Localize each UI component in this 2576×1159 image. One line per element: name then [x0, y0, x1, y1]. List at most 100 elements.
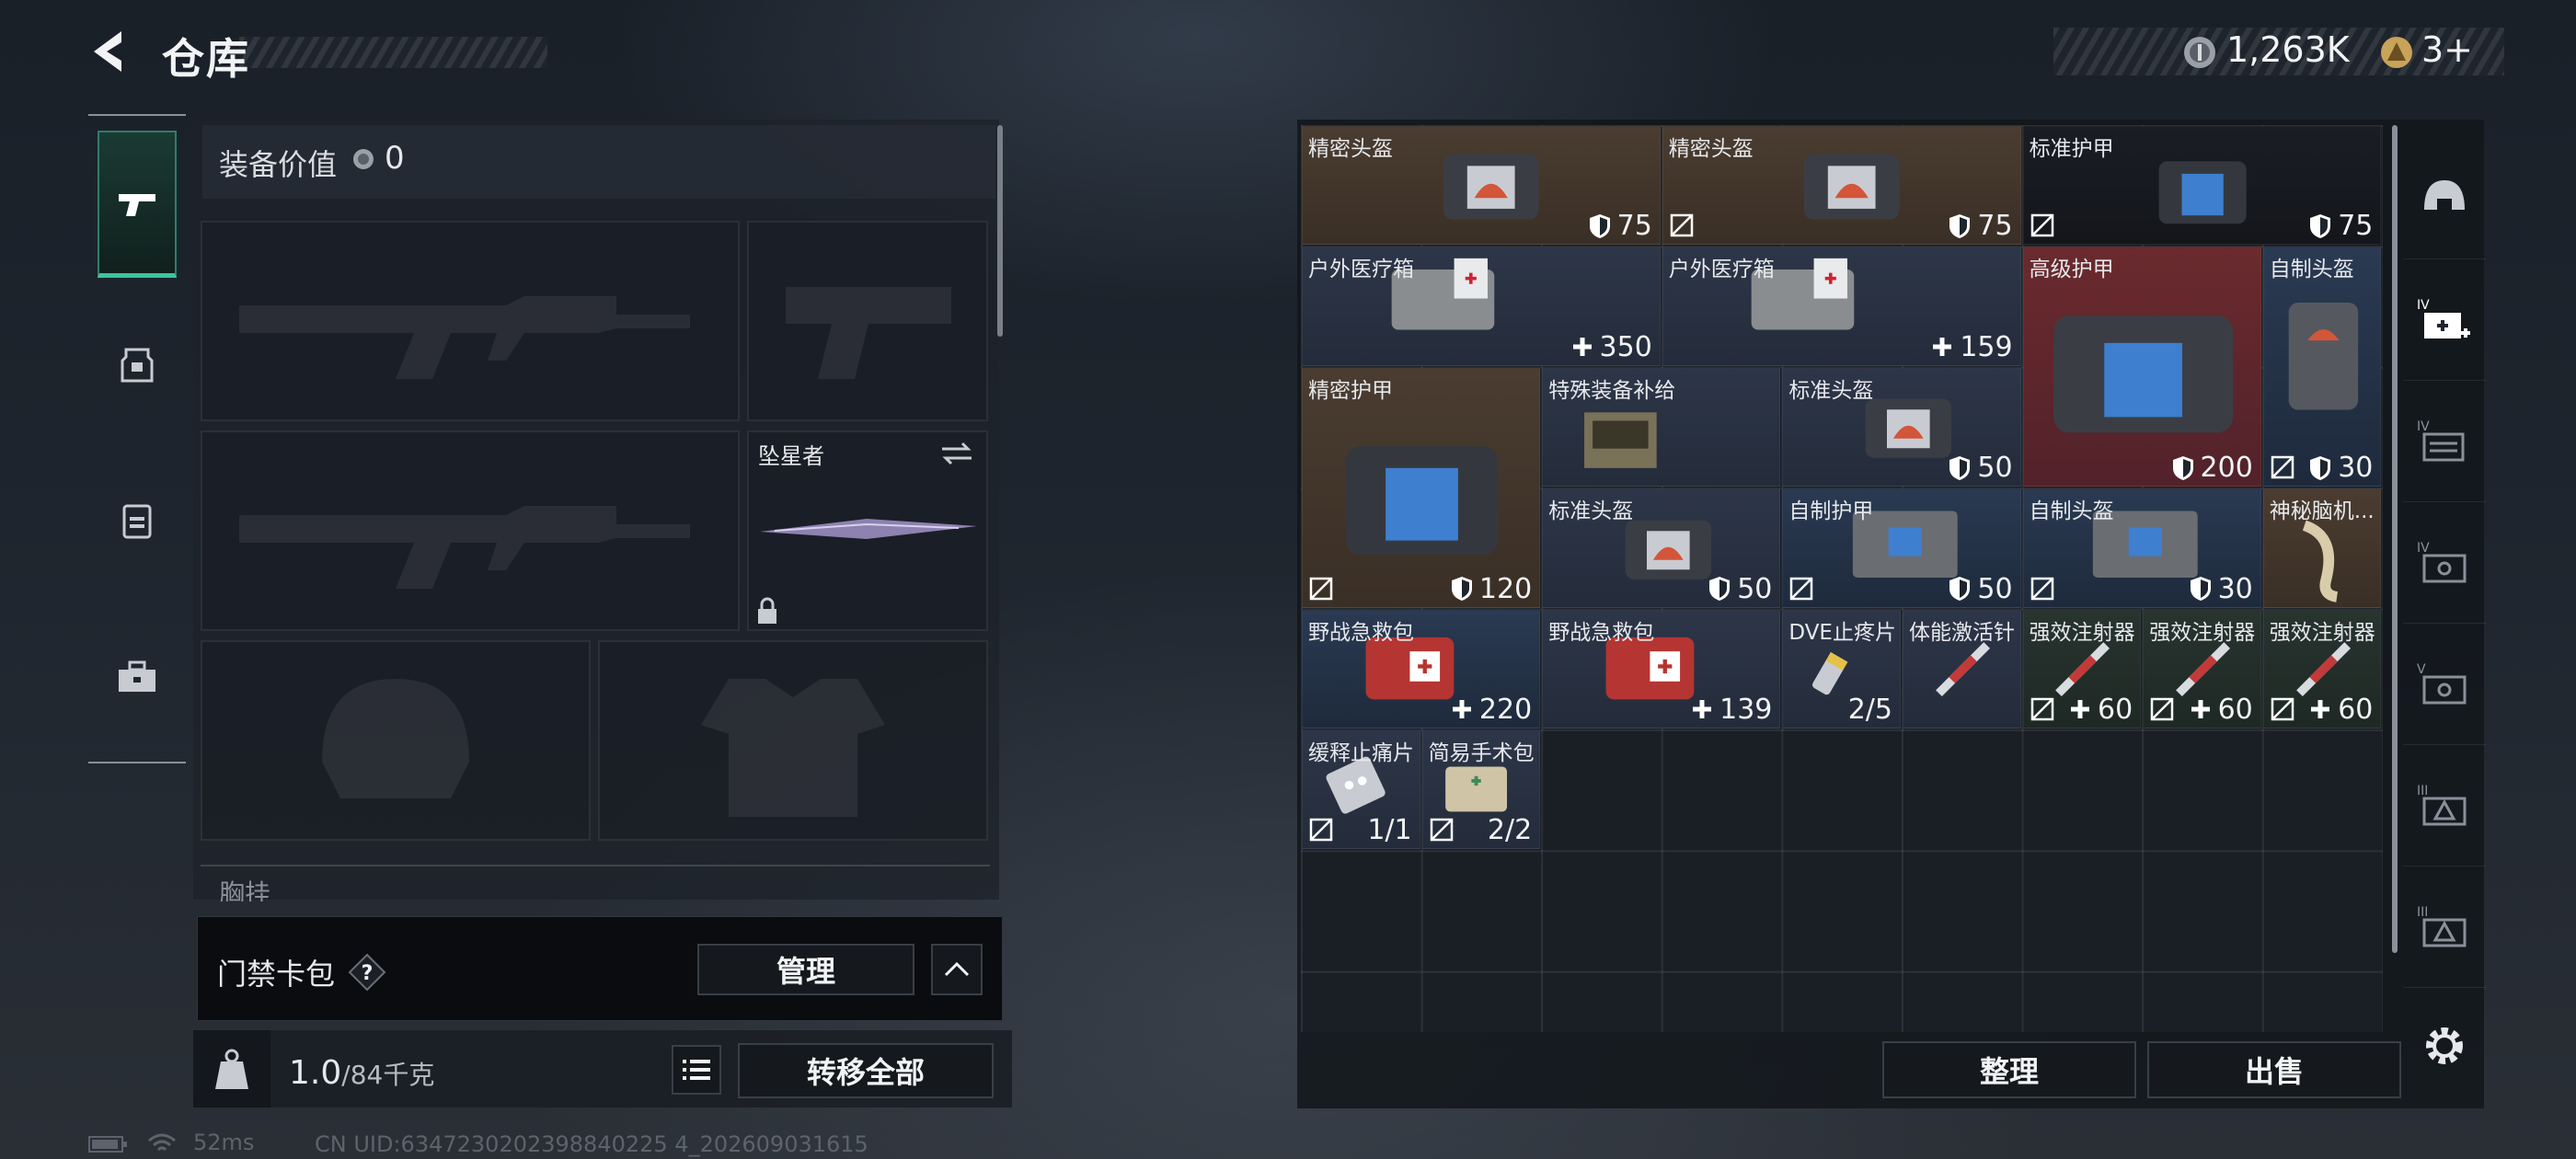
- helmet-icon: [2424, 179, 2465, 210]
- stash-item[interactable]: 精密护甲 120: [1302, 367, 1541, 608]
- battery-icon: [88, 1136, 127, 1153]
- chest-rig-section[interactable]: 胸挂: [201, 865, 990, 901]
- stash-item[interactable]: 神秘脑机...: [2262, 488, 2382, 608]
- stash-item[interactable]: 自制头盔 30: [2262, 247, 2382, 488]
- stash-item[interactable]: 户外医疗箱 350: [1302, 247, 1661, 366]
- stash-item[interactable]: 精密头盔 75: [1302, 126, 1661, 246]
- durability-icon: [1949, 455, 1971, 480]
- filter-helmet[interactable]: [2403, 138, 2486, 259]
- item-value: 159: [1930, 331, 2013, 363]
- list-icon: [683, 1060, 710, 1080]
- item-value-text: 220: [1478, 693, 1533, 726]
- chevron-up-icon: [944, 961, 970, 977]
- armor-bag-icon: [2053, 315, 2233, 432]
- tab-armor[interactable]: [98, 291, 177, 438]
- gear-icon[interactable]: [2421, 1023, 2467, 1069]
- stash-item[interactable]: 特殊装备补给: [1542, 367, 1781, 488]
- swap-icon[interactable]: [938, 440, 975, 467]
- no-link-icon: [2271, 455, 2294, 479]
- keycard-label: 门禁卡包: [217, 957, 336, 992]
- stash-item[interactable]: 简易手术包 2/2: [1421, 730, 1541, 850]
- stash-item[interactable]: 强效注射器 60: [2022, 609, 2142, 729]
- no-link-icon: [2030, 697, 2053, 721]
- stash-scrollbar[interactable]: [2392, 125, 2398, 953]
- stash-item[interactable]: 强效注射器 60: [2262, 609, 2382, 729]
- item-name: 强效注射器: [2269, 620, 2375, 645]
- durability-icon: [1709, 577, 1731, 602]
- stash-item[interactable]: 野战急救包 220: [1302, 609, 1541, 729]
- durability-icon: [2310, 213, 2331, 238]
- item-name: 户外医疗箱: [1668, 258, 1775, 282]
- stash-item[interactable]: 精密头盔 75: [1662, 126, 2021, 246]
- filter-medical-iv[interactable]: IV: [2403, 259, 2486, 381]
- item-value-text: 30: [2338, 452, 2374, 485]
- item-value-text: 50: [1977, 452, 2013, 485]
- stash-item[interactable]: 户外医疗箱 159: [1662, 247, 2021, 366]
- item-name: 高级护甲: [2029, 258, 2114, 282]
- ticket-icon: [2381, 37, 2412, 68]
- stash-item[interactable]: 标准护甲 75: [2022, 126, 2382, 246]
- item-value-text: 50: [1737, 572, 1773, 605]
- category-nav: [88, 114, 186, 763]
- transfer-all-button[interactable]: 转移全部: [738, 1043, 994, 1098]
- item-value-text: 75: [1616, 210, 1652, 243]
- sell-button[interactable]: 出售: [2147, 1041, 2401, 1098]
- equipment-scrollbar[interactable]: [997, 125, 1003, 337]
- stash-item[interactable]: 野战急救包 139: [1542, 609, 1781, 729]
- back-arrow-icon[interactable]: [85, 28, 132, 75]
- no-link-icon: [2030, 214, 2053, 237]
- tab-case[interactable]: [98, 603, 177, 751]
- item-value-text: 75: [2338, 210, 2374, 243]
- stash-item[interactable]: 强效注射器 60: [2143, 609, 2261, 729]
- manage-button[interactable]: 管理: [697, 944, 914, 995]
- filter-rail: IV IV IV V III III: [2403, 138, 2486, 1021]
- no-link-icon: [2150, 697, 2174, 721]
- stash-item[interactable]: 体能激活针: [1903, 609, 2021, 729]
- syringe-icon: [1935, 642, 1990, 697]
- knife-icon: [760, 519, 977, 539]
- item-name: 自制头盔: [2029, 499, 2114, 524]
- stash-item[interactable]: 标准头盔 50: [1782, 367, 2021, 488]
- safe-icon: V: [2417, 662, 2467, 704]
- item-value-text: 139: [1719, 693, 1773, 726]
- weight-value: 1.0/84千克: [289, 1054, 434, 1092]
- secondary-rifle-slot[interactable]: [201, 430, 740, 631]
- stash-item[interactable]: 自制头盔 30: [2022, 488, 2261, 608]
- stash-item[interactable]: 高级护甲 200: [2022, 247, 2261, 488]
- sort-button[interactable]: 整理: [1882, 1041, 2136, 1098]
- armor-slot[interactable]: [598, 640, 988, 841]
- durability-icon: [2310, 455, 2331, 480]
- stash-item[interactable]: 标准头盔 50: [1542, 488, 1781, 608]
- collapse-button[interactable]: [931, 944, 983, 995]
- filter-container-v[interactable]: V: [2403, 624, 2486, 745]
- durability-icon: [1451, 577, 1472, 602]
- tab-weapons[interactable]: [98, 131, 177, 278]
- armor-box-icon: [2158, 161, 2248, 224]
- tab-backpack[interactable]: [98, 447, 177, 594]
- equipment-value-label: 装备价值: [219, 147, 338, 182]
- item-value-text: 60: [2098, 693, 2133, 726]
- no-link-icon: [1430, 819, 1453, 842]
- item-value-text: 1/1: [1367, 814, 1412, 847]
- filter-warning-iii[interactable]: III: [2403, 745, 2486, 866]
- surgery-kit-icon: [1445, 766, 1507, 812]
- primary-weapon-slot[interactable]: [201, 221, 740, 421]
- stash-item[interactable]: 缓释止痛片 1/1: [1302, 730, 1420, 850]
- filter-warning-iii-alt[interactable]: III: [2403, 866, 2486, 988]
- stash-item[interactable]: 自制护甲 50: [1782, 488, 2021, 608]
- helmet-slot[interactable]: [201, 640, 591, 841]
- filter-container-iv[interactable]: IV: [2403, 502, 2486, 624]
- armor-icon: [121, 348, 154, 383]
- filter-ammo-iv[interactable]: IV: [2403, 381, 2486, 502]
- stash-item[interactable]: DVE止疼片 2/5: [1782, 609, 1901, 729]
- item-value: 60: [2308, 694, 2373, 726]
- chest-rig-label: 胸挂: [219, 878, 271, 901]
- melee-slot[interactable]: 坠星者: [747, 430, 988, 631]
- item-value-text: 30: [2217, 572, 2253, 605]
- weight-max: /84千克: [341, 1060, 435, 1090]
- list-view-button[interactable]: [672, 1045, 721, 1095]
- secondary-weapon-slot[interactable]: [747, 221, 988, 421]
- page-title: 仓库: [162, 34, 250, 84]
- help-icon[interactable]: ?: [348, 953, 386, 992]
- coin-icon: [353, 149, 374, 169]
